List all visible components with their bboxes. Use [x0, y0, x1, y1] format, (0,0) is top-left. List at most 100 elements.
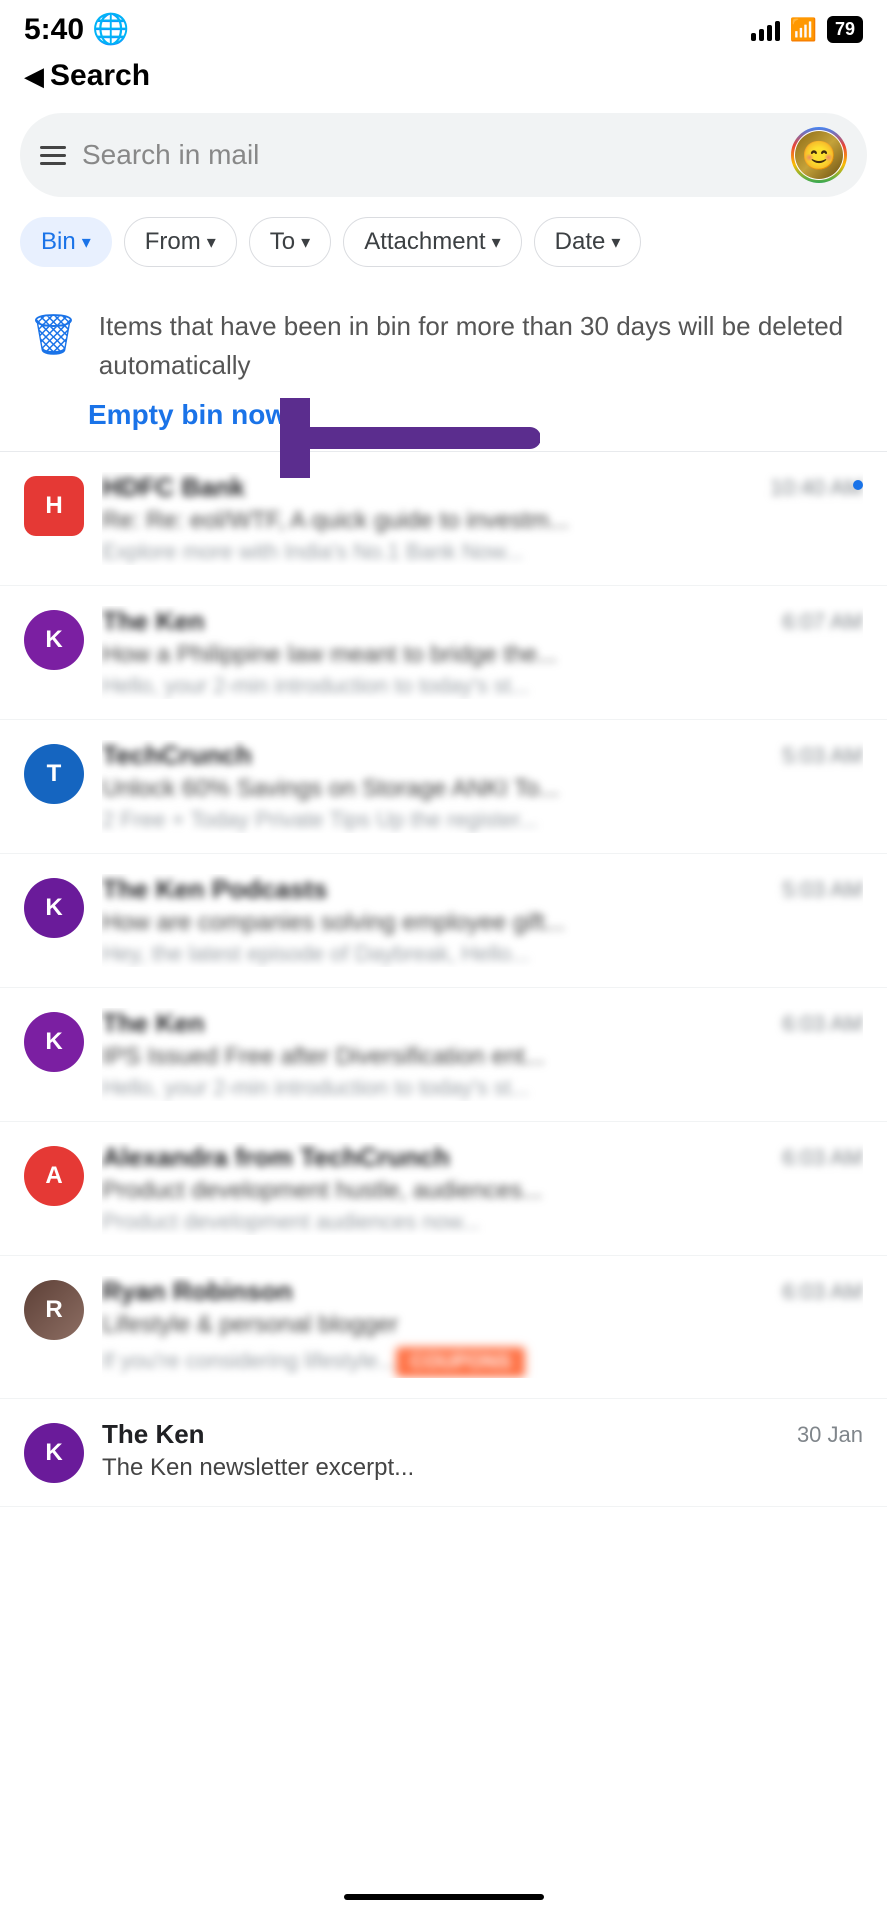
email-preview-7: If you're considering lifestyle...COUPON…: [102, 1343, 863, 1378]
filter-chip-to[interactable]: To ▾: [249, 217, 331, 267]
email-content-1: HDFC Bank 10:40 AM Re: Re: eol/WTF, A qu…: [102, 472, 863, 565]
email-item-3[interactable]: T TechCrunch 5:03 AM Unlock 60% Savings …: [0, 720, 887, 854]
filter-chip-attachment[interactable]: Attachment ▾: [343, 217, 521, 267]
filter-chip-from[interactable]: From ▾: [124, 217, 237, 267]
chip-label-from: From: [145, 228, 201, 256]
user-avatar[interactable]: 😊: [795, 131, 843, 179]
arrow-annotation: [280, 398, 540, 478]
sender-avatar-8: K: [24, 1423, 84, 1483]
email-subject-8: The Ken newsletter excerpt...: [102, 1454, 863, 1482]
email-content-3: TechCrunch 5:03 AM Unlock 60% Savings on…: [102, 740, 863, 833]
email-subject-7: Lifestyle & personal blogger: [102, 1311, 863, 1339]
sender-avatar-7: R: [24, 1280, 84, 1340]
email-list: H HDFC Bank 10:40 AM Re: Re: eol/WTF, A …: [0, 452, 887, 1507]
sender-name-7: Ryan Robinson: [102, 1276, 293, 1307]
back-label: Search: [50, 59, 150, 93]
email-time-6: 6:03 AM: [782, 1145, 863, 1171]
user-avatar-ring[interactable]: 😊: [791, 127, 847, 183]
email-item-2[interactable]: K The Ken 6:07 AM How a Philippine law m…: [0, 586, 887, 720]
sender-name-2: The Ken: [102, 606, 205, 637]
email-subject-4: How are companies solving employee gift.…: [102, 909, 863, 937]
home-indicator: [344, 1894, 544, 1900]
back-arrow-icon[interactable]: ◀: [24, 61, 44, 92]
sender-avatar-5: K: [24, 1012, 84, 1072]
email-time-2: 6:07 AM: [782, 609, 863, 635]
email-preview-6: Product development audiences now...: [102, 1209, 863, 1235]
email-time-7: 6:03 AM: [782, 1279, 863, 1305]
sender-name-5: The Ken: [102, 1008, 205, 1039]
bin-notice-text: Items that have been in bin for more tha…: [99, 307, 859, 385]
email-subject-3: Unlock 60% Savings on Storage ANKI To...: [102, 775, 863, 803]
back-navigation[interactable]: ◀ Search: [0, 55, 887, 105]
email-subject-2: How a Philippine law meant to bridge the…: [102, 641, 863, 669]
email-header-7: Ryan Robinson 6:03 AM: [102, 1276, 863, 1307]
chip-arrow-date: ▾: [611, 232, 620, 253]
filter-chips-row: Bin▾From▾To▾Attachment▾Date▾: [0, 209, 887, 283]
sender-name-3: TechCrunch: [102, 740, 252, 771]
email-content-6: Alexandra from TechCrunch 6:03 AM Produc…: [102, 1142, 863, 1235]
time-display: 5:40: [24, 13, 84, 47]
chip-arrow-from: ▾: [207, 232, 216, 253]
email-content-5: The Ken 6:03 AM IPS Issued Free after Di…: [102, 1008, 863, 1101]
email-time-4: 5:03 AM: [782, 877, 863, 903]
email-content-7: Ryan Robinson 6:03 AM Lifestyle & person…: [102, 1276, 863, 1378]
bin-trash-icon: 🗑: [28, 311, 79, 358]
bottom-bar: [0, 1884, 887, 1920]
chip-label-to: To: [270, 228, 295, 256]
email-content-2: The Ken 6:07 AM How a Philippine law mea…: [102, 606, 863, 699]
wifi-icon: 📶: [790, 17, 817, 43]
sender-avatar-6: A: [24, 1146, 84, 1206]
email-item-6[interactable]: A Alexandra from TechCrunch 6:03 AM Prod…: [0, 1122, 887, 1256]
email-time-5: 6:03 AM: [782, 1011, 863, 1037]
chip-arrow-to: ▾: [301, 232, 310, 253]
unread-dot-1: [853, 480, 863, 490]
arrow-svg: [280, 398, 540, 478]
email-preview-2: Hello, your 2-min introduction to today'…: [102, 673, 863, 699]
email-header-2: The Ken 6:07 AM: [102, 606, 863, 637]
email-header-8: The Ken 30 Jan: [102, 1419, 863, 1450]
email-time-8: 30 Jan: [797, 1422, 863, 1448]
status-right: 📶 79: [751, 16, 863, 43]
email-preview-1: Explore more with India's No.1 Bank Now.…: [102, 539, 863, 565]
filter-chip-bin[interactable]: Bin▾: [20, 217, 112, 267]
email-time-3: 5:03 AM: [782, 743, 863, 769]
status-bar: 5:40 🌐 📶 79: [0, 0, 887, 55]
status-left: 5:40 🌐: [24, 12, 129, 47]
globe-icon: 🌐: [92, 12, 129, 47]
email-preview-5: Hello, your 2-min introduction to today'…: [102, 1075, 863, 1101]
email-header-6: Alexandra from TechCrunch 6:03 AM: [102, 1142, 863, 1173]
email-preview-3: 2 Free + Today Private Tips Up the regis…: [102, 807, 863, 833]
search-bar-container: Search in mail 😊: [0, 105, 887, 209]
sender-name-8: The Ken: [102, 1419, 205, 1450]
email-content-4: The Ken Podcasts 5:03 AM How are compani…: [102, 874, 863, 967]
email-header-5: The Ken 6:03 AM: [102, 1008, 863, 1039]
search-placeholder-text[interactable]: Search in mail: [82, 139, 775, 171]
bin-notice-row: 🗑 Items that have been in bin for more t…: [28, 307, 859, 385]
email-time-1: 10:40 AM: [770, 475, 863, 501]
email-header-4: The Ken Podcasts 5:03 AM: [102, 874, 863, 905]
chip-label-attachment: Attachment: [364, 228, 485, 256]
sender-avatar-4: K: [24, 878, 84, 938]
chip-arrow-bin: ▾: [82, 232, 91, 253]
email-item-8[interactable]: K The Ken 30 Jan The Ken newsletter exce…: [0, 1399, 887, 1507]
email-item-5[interactable]: K The Ken 6:03 AM IPS Issued Free after …: [0, 988, 887, 1122]
email-subject-1: Re: Re: eol/WTF, A quick guide to invest…: [102, 507, 863, 535]
sender-name-1: HDFC Bank: [102, 472, 245, 503]
email-item-4[interactable]: K The Ken Podcasts 5:03 AM How are compa…: [0, 854, 887, 988]
chip-label-date: Date: [555, 228, 606, 256]
sender-avatar-2: K: [24, 610, 84, 670]
sender-name-6: Alexandra from TechCrunch: [102, 1142, 450, 1173]
email-subject-5: IPS Issued Free after Diversification en…: [102, 1043, 863, 1071]
battery-indicator: 79: [827, 16, 863, 43]
sender-name-4: The Ken Podcasts: [102, 874, 327, 905]
hamburger-menu-icon[interactable]: [40, 146, 66, 165]
sender-avatar-1: H: [24, 476, 84, 536]
email-item-7[interactable]: R Ryan Robinson 6:03 AM Lifestyle & pers…: [0, 1256, 887, 1399]
search-bar[interactable]: Search in mail 😊: [20, 113, 867, 197]
sender-avatar-3: T: [24, 744, 84, 804]
chip-arrow-attachment: ▾: [492, 232, 501, 253]
email-subject-6: Product development hustle, audiences...: [102, 1177, 863, 1205]
coupon-badge-7: COUPONS: [396, 1347, 525, 1378]
filter-chip-date[interactable]: Date▾: [534, 217, 642, 267]
email-preview-4: Hey, the latest episode of Daybreak, Hel…: [102, 941, 863, 967]
